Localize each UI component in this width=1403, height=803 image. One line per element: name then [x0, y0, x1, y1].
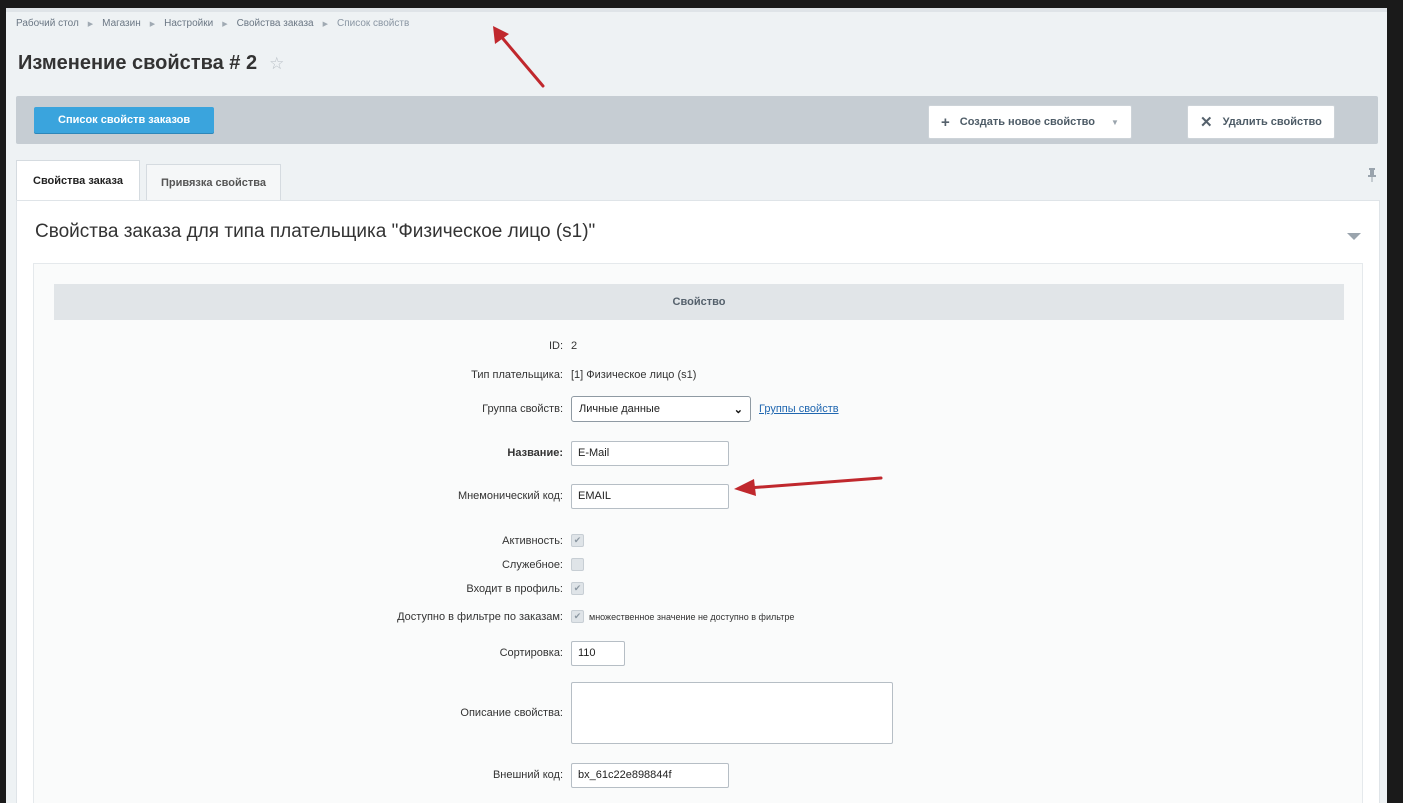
close-icon: ✕ [1200, 114, 1213, 131]
breadcrumb-separator-icon: ▶ [222, 20, 228, 28]
row-code: Мнемонический код: [34, 482, 1362, 510]
row-payer-type: Тип плательщика: [1] Физическое лицо (s1… [34, 369, 1362, 381]
profile-label: Входит в профиль: [466, 582, 563, 595]
description-textarea[interactable] [571, 682, 893, 744]
sort-input[interactable] [571, 640, 625, 666]
create-property-label: Создать новое свойство [959, 116, 1095, 128]
property-group-selected: Личные данные [579, 403, 660, 415]
property-form: Свойство ID: 2 Тип плательщика: [1] Физи… [33, 263, 1363, 803]
name-label: Название: [507, 447, 563, 459]
row-name: Название: [34, 439, 1362, 467]
tab-bar: Свойства заказа Привязка свойства [16, 160, 287, 201]
property-group-label: Группа свойств: [482, 403, 563, 415]
row-active: Активность: ✔ [34, 534, 1362, 547]
annotation-arrow-breadcrumb [493, 26, 545, 88]
payer-type-label: Тип плательщика: [471, 369, 563, 381]
toolbar: Список свойств заказов + Создать новое с… [16, 96, 1378, 144]
chevron-down-icon[interactable]: ▼ [1111, 118, 1119, 127]
row-filter: Доступно в фильтре по заказам: ✔ множест… [34, 610, 1362, 623]
section-header: Свойство [54, 284, 1344, 320]
property-groups-link[interactable]: Группы свойств [759, 403, 839, 415]
breadcrumb-item-desktop[interactable]: Рабочий стол [16, 18, 79, 29]
pin-icon[interactable] [1367, 168, 1377, 185]
sort-label: Сортировка: [499, 647, 563, 659]
chevron-down-icon: ⌄ [733, 403, 743, 416]
row-sort: Сортировка: [34, 639, 1362, 667]
tab-order-properties[interactable]: Свойства заказа [16, 160, 140, 201]
id-label: ID: [548, 340, 563, 352]
active-checkbox[interactable]: ✔ [571, 534, 584, 547]
name-input[interactable] [571, 440, 729, 466]
page-title-text: Изменение свойства # 2 [18, 52, 258, 74]
collapse-icon[interactable] [1347, 233, 1361, 240]
profile-checkbox[interactable]: ✔ [571, 582, 584, 595]
tab-property-binding[interactable]: Привязка свойства [145, 164, 282, 201]
id-value: 2 [571, 340, 578, 352]
delete-property-label: Удалить свойство [1222, 116, 1322, 128]
code-label: Мнемонический код: [457, 490, 563, 502]
breadcrumb-item-order-properties[interactable]: Свойства заказа [237, 18, 314, 29]
property-list-button[interactable]: Список свойств заказов [34, 107, 215, 133]
filter-hint: множественное значение не доступно в фил… [589, 611, 795, 622]
page-title: Изменение свойства # 2 ☆ [18, 52, 284, 75]
row-profile: Входит в профиль: ✔ [34, 582, 1362, 595]
breadcrumb-separator-icon: ▶ [149, 20, 156, 28]
panel-heading: Свойства заказа для типа плательщика "Фи… [35, 221, 596, 242]
admin-app: Рабочий стол ▶ Магазин ▶ Настройки ▶ Сво… [6, 8, 1387, 803]
breadcrumb: Рабочий стол ▶ Магазин ▶ Настройки ▶ Сво… [16, 18, 409, 29]
star-icon[interactable]: ☆ [269, 54, 284, 74]
row-service: Служебное: [34, 558, 1362, 571]
breadcrumb-item-property-list[interactable]: Список свойств [337, 18, 409, 29]
create-property-button[interactable]: + Создать новое свойство ▼ [928, 105, 1132, 139]
filter-checkbox[interactable]: ✔ [571, 610, 584, 623]
plus-icon: + [941, 113, 950, 131]
property-panel: Свойства заказа для типа плательщика "Фи… [16, 200, 1380, 803]
filter-label: Доступно в фильтре по заказам: [397, 610, 563, 623]
row-external-code: Внешний код: [34, 761, 1362, 789]
breadcrumb-separator-icon: ▶ [322, 20, 328, 28]
row-id: ID: 2 [34, 340, 1362, 352]
delete-property-button[interactable]: ✕ Удалить свойство [1187, 105, 1335, 139]
breadcrumb-separator-icon: ▶ [87, 20, 94, 28]
service-checkbox[interactable] [571, 558, 584, 571]
description-label: Описание свойства: [460, 707, 563, 719]
row-property-group: Группа свойств: Личные данные ⌄ Группы с… [34, 394, 1362, 424]
active-label: Активность: [502, 534, 563, 547]
row-description: Описание свойства: [34, 682, 1362, 744]
code-input[interactable] [571, 483, 729, 509]
breadcrumb-item-shop[interactable]: Магазин [102, 18, 141, 29]
top-bar [6, 8, 1387, 12]
breadcrumb-item-settings[interactable]: Настройки [164, 18, 213, 29]
external-code-label: Внешний код: [492, 769, 563, 781]
service-label: Служебное: [501, 558, 563, 571]
payer-type-value: [1] Физическое лицо (s1) [571, 369, 697, 381]
external-code-input[interactable] [571, 762, 729, 788]
property-group-select[interactable]: Личные данные ⌄ [571, 396, 751, 422]
